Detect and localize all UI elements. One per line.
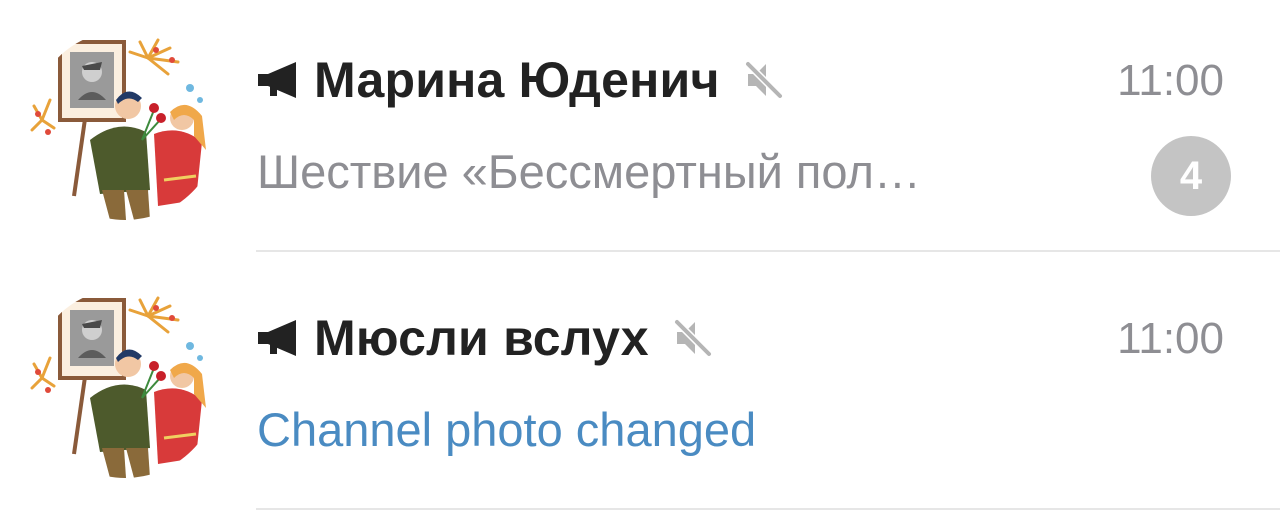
message-time: 11:00	[1117, 56, 1224, 105]
row-divider	[256, 508, 1280, 510]
chat-row-marina-yudenich[interactable]: Марина Юденич 11:00 Шествие «Бессмертный…	[0, 0, 1280, 258]
chat-name: Марина Юденич	[314, 52, 720, 108]
megaphone-icon	[256, 60, 304, 100]
unread-count-badge: 4	[1151, 136, 1231, 216]
message-preview: Channel photo changed	[257, 403, 757, 456]
message-time: 11:00	[1117, 314, 1224, 363]
chat-list: Марина Юденич 11:00 Шествие «Бессмертный…	[0, 0, 1280, 524]
chat-title-line: Мюсли вслух	[256, 302, 715, 374]
avatar	[30, 288, 220, 478]
chat-name: Мюсли вслух	[314, 310, 649, 366]
message-preview: Шествие «Бессмертный пол…	[257, 145, 921, 198]
row-divider	[256, 250, 1280, 252]
chat-title-line: Марина Юденич	[256, 44, 786, 116]
muted-speaker-icon	[742, 58, 786, 102]
avatar	[30, 30, 220, 220]
muted-speaker-icon	[671, 316, 715, 360]
megaphone-icon	[256, 318, 304, 358]
chat-row-musli-vslukh[interactable]: Мюсли вслух 11:00 Channel photo changed	[0, 258, 1280, 516]
